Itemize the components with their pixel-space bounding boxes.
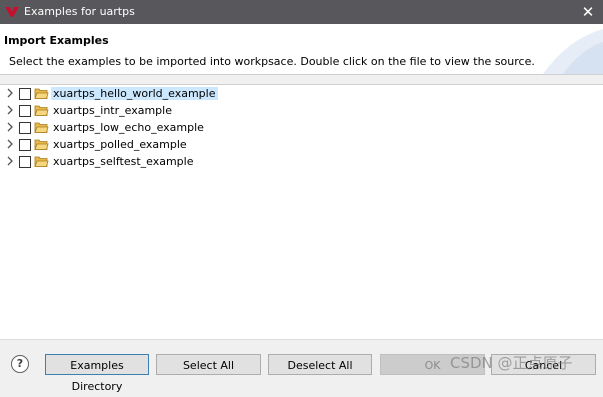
page-title: Import Examples xyxy=(4,34,109,47)
help-icon[interactable]: ? xyxy=(11,355,29,373)
tree-item[interactable]: xuartps_hello_world_example xyxy=(0,85,603,102)
chevron-right-icon[interactable] xyxy=(5,139,15,149)
folder-open-icon xyxy=(34,122,49,133)
folder-open-icon xyxy=(34,139,49,150)
example-checkbox[interactable] xyxy=(19,88,31,100)
chevron-right-icon[interactable] xyxy=(5,88,15,98)
example-label[interactable]: xuartps_selftest_example xyxy=(51,155,195,168)
examples-directory-button[interactable]: Examples Directory xyxy=(45,354,149,393)
chevron-right-icon[interactable] xyxy=(5,122,15,132)
chevron-right-icon[interactable] xyxy=(5,105,15,115)
folder-open-icon xyxy=(34,156,49,167)
example-label[interactable]: xuartps_low_echo_example xyxy=(51,121,206,134)
select-all-button[interactable]: Select All xyxy=(156,354,261,375)
page-description: Select the examples to be imported into … xyxy=(9,55,535,68)
folder-open-icon xyxy=(34,105,49,116)
header-separator xyxy=(0,74,603,75)
header-decoration xyxy=(543,29,603,74)
example-checkbox[interactable] xyxy=(19,139,31,151)
tree-item[interactable]: xuartps_selftest_example xyxy=(0,153,603,170)
close-icon[interactable]: ✕ xyxy=(577,1,599,23)
dialog-header: Import Examples Select the examples to b… xyxy=(0,24,603,74)
folder-open-icon xyxy=(34,88,49,99)
deselect-all-button[interactable]: Deselect All xyxy=(268,354,372,375)
chevron-right-icon[interactable] xyxy=(5,156,15,166)
example-label[interactable]: xuartps_intr_example xyxy=(51,104,174,117)
example-checkbox[interactable] xyxy=(19,122,31,134)
example-checkbox[interactable] xyxy=(19,105,31,117)
ok-button[interactable]: OK xyxy=(380,354,485,375)
cancel-button[interactable]: Cancel xyxy=(491,354,596,375)
tree-item[interactable]: xuartps_intr_example xyxy=(0,102,603,119)
tree-item[interactable]: xuartps_polled_example xyxy=(0,136,603,153)
tree-item[interactable]: xuartps_low_echo_example xyxy=(0,119,603,136)
example-checkbox[interactable] xyxy=(19,156,31,168)
app-logo-icon xyxy=(5,7,19,17)
example-label[interactable]: xuartps_polled_example xyxy=(51,138,189,151)
window-title: Examples for uartps xyxy=(24,5,135,18)
example-label[interactable]: xuartps_hello_world_example xyxy=(51,87,218,100)
examples-tree[interactable]: xuartps_hello_world_example xuartps_intr… xyxy=(0,85,603,339)
title-bar: Examples for uartps ✕ xyxy=(0,0,603,24)
